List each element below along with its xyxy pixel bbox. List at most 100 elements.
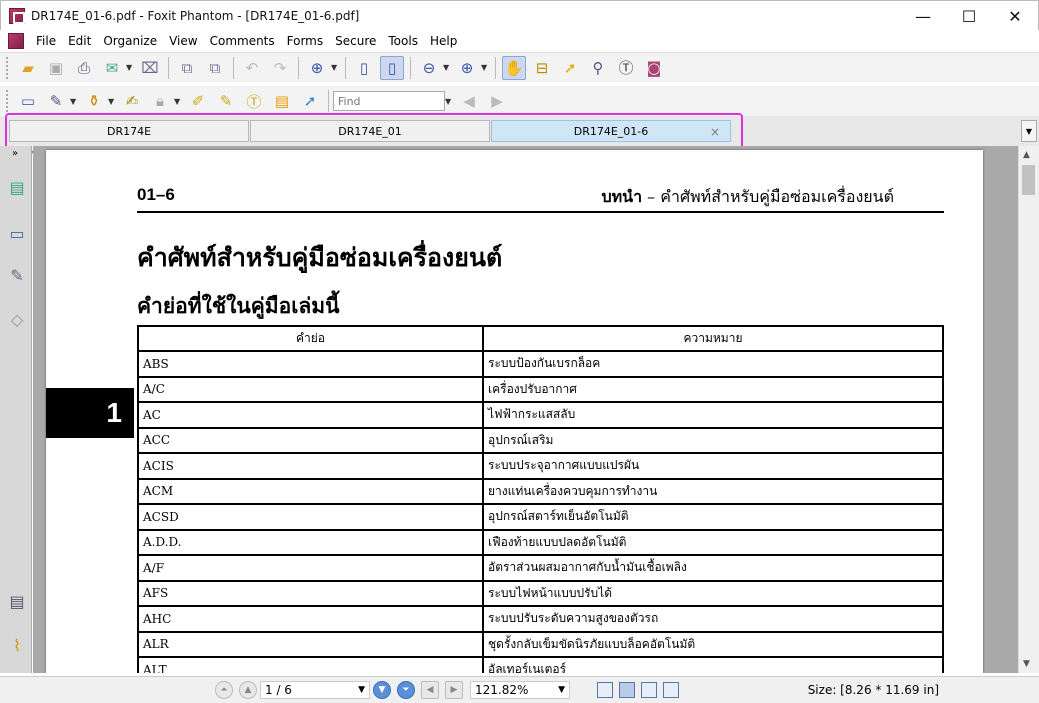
- find-dropdown-icon[interactable]: ▼: [445, 97, 453, 106]
- facing-view-icon[interactable]: [641, 682, 657, 698]
- zoom-out-icon[interactable]: ⊖: [417, 56, 441, 80]
- toolbar-separator: [410, 56, 411, 79]
- find-next-icon[interactable]: ▶: [485, 89, 509, 113]
- menu-forms[interactable]: Forms: [281, 30, 329, 52]
- abbreviation-cell: ACIS: [137, 452, 484, 480]
- toolbar-grip[interactable]: [6, 90, 10, 112]
- print-icon[interactable]: ⎙: [72, 56, 96, 80]
- zoom-tool-dropdown-icon[interactable]: ▼: [331, 63, 339, 72]
- attachment-clip-icon[interactable]: ⌇: [7, 634, 27, 656]
- select-arrow-icon[interactable]: ➚: [558, 56, 582, 80]
- lock-dropdown-icon[interactable]: ▼: [174, 97, 182, 106]
- scan-icon[interactable]: ⌧: [138, 56, 162, 80]
- continuous-view-icon[interactable]: [619, 682, 635, 698]
- document-viewport[interactable]: 01–6 บทนำ – คำศัพท์สำหรับคู่มือซ่อมเครื่…: [33, 146, 1018, 673]
- continuous-facing-view-icon[interactable]: [663, 682, 679, 698]
- tab-close-icon[interactable]: ×: [710, 125, 720, 139]
- maximize-button[interactable]: ☐: [946, 1, 992, 31]
- page-heading: คำศัพท์สำหรับคู่มือซ่อมเครื่องยนต์: [137, 243, 503, 272]
- find-input[interactable]: [333, 91, 445, 111]
- menu-view[interactable]: View: [163, 30, 203, 52]
- menu-secure[interactable]: Secure: [329, 30, 382, 52]
- typewriter-icon[interactable]: Ⓣ: [614, 56, 638, 80]
- tab-dr174e-01-6[interactable]: DR174E_01-6 ×: [491, 120, 731, 142]
- first-page-icon[interactable]: ⏶: [215, 681, 233, 699]
- hand-tool-icon[interactable]: ✋: [502, 55, 526, 80]
- insert-page-icon[interactable]: ⧉: [175, 56, 199, 80]
- meaning-cell: อัลเทอร์เนเตอร์: [482, 656, 944, 673]
- binoculars-icon[interactable]: ⚲: [586, 56, 610, 80]
- fit-width-icon[interactable]: ▯: [380, 55, 404, 80]
- document-menu-icon[interactable]: [8, 33, 24, 49]
- zoom-in-dropdown-icon[interactable]: ▼: [481, 63, 489, 72]
- select-text-icon[interactable]: ⊟: [530, 56, 554, 80]
- vertical-scrollbar[interactable]: ▲ ▼: [1018, 146, 1039, 673]
- panel-grip-icon[interactable]: »: [12, 148, 18, 159]
- tab-dr174e[interactable]: DR174E: [9, 120, 249, 142]
- undo-icon[interactable]: ↶: [240, 56, 264, 80]
- form-edit-icon[interactable]: ✎: [214, 89, 238, 113]
- bookmarks-icon[interactable]: ▤: [7, 176, 27, 198]
- pages-icon[interactable]: ▭: [7, 222, 27, 244]
- tab-list-dropdown-icon[interactable]: ▼: [1021, 120, 1037, 142]
- save-icon[interactable]: ▣: [44, 56, 68, 80]
- page-header: 01–6 บทนำ – คำศัพท์สำหรับคู่มือซ่อมเครื่…: [137, 183, 944, 213]
- previous-page-icon[interactable]: ▲: [239, 681, 257, 699]
- redo-icon[interactable]: ↷: [268, 56, 292, 80]
- meaning-cell: ระบบประจุอากาศแบบแปรผัน: [482, 452, 944, 480]
- tab-label: DR174E_01: [338, 124, 402, 138]
- email-icon[interactable]: ✉: [100, 56, 124, 80]
- zoom-dropdown-icon[interactable]: ▼: [558, 685, 565, 695]
- close-button[interactable]: ✕: [992, 1, 1038, 31]
- lock-icon[interactable]: 🔒︎: [148, 89, 172, 113]
- page-number-field[interactable]: 1 / 6 ▼: [260, 681, 370, 699]
- edit-dropdown-icon[interactable]: ▼: [70, 97, 78, 106]
- document-tab-bar: DR174E DR174E_01 DR174E_01-6 ×: [0, 116, 1039, 146]
- previous-view-icon[interactable]: ◀: [421, 681, 439, 699]
- page-dropdown-icon[interactable]: ▼: [358, 685, 365, 695]
- menu-help[interactable]: Help: [424, 30, 463, 52]
- fit-page-icon[interactable]: ▯: [352, 56, 376, 80]
- text-box-icon[interactable]: Ⓣ: [242, 89, 266, 113]
- toolbar-grip[interactable]: [6, 56, 10, 79]
- zoom-in-icon[interactable]: ⊕: [455, 56, 479, 80]
- stamp-icon[interactable]: ⚱: [82, 89, 106, 113]
- extract-page-icon[interactable]: ⧉: [203, 56, 227, 80]
- open-folder-icon[interactable]: ▰: [16, 56, 40, 80]
- next-view-icon[interactable]: ▶: [445, 681, 463, 699]
- arrow-annotation-icon[interactable]: ➚: [298, 89, 322, 113]
- menu-comments[interactable]: Comments: [204, 30, 281, 52]
- app-logo-icon: [9, 7, 25, 24]
- next-page-icon[interactable]: ▼: [373, 681, 391, 699]
- menu-organize[interactable]: Organize: [97, 30, 163, 52]
- attachments-sign-icon[interactable]: ◇: [7, 308, 27, 330]
- menu-edit[interactable]: Edit: [62, 30, 97, 52]
- title-bar: DR174E_01-6.pdf - Foxit Phantom - [DR174…: [0, 0, 1039, 30]
- scroll-thumb[interactable]: [1022, 165, 1035, 195]
- comment-bubble-icon[interactable]: ▤: [270, 89, 294, 113]
- menu-tools[interactable]: Tools: [382, 30, 424, 52]
- last-page-icon[interactable]: ⏷: [397, 681, 415, 699]
- stamp-dropdown-icon[interactable]: ▼: [108, 97, 116, 106]
- comments-icon[interactable]: ▤: [7, 590, 27, 612]
- scroll-down-icon[interactable]: ▼: [1023, 659, 1030, 669]
- menu-file[interactable]: File: [30, 30, 62, 52]
- document-view-icon[interactable]: ▭: [16, 89, 40, 113]
- meaning-cell: อุปกรณ์สตาร์ทเย็นอัตโนมัติ: [482, 503, 944, 531]
- snapshot-camera-icon[interactable]: ◙: [642, 56, 666, 80]
- tab-dr174e-01[interactable]: DR174E_01: [250, 120, 490, 142]
- zoom-tool-icon[interactable]: ⊕: [305, 56, 329, 80]
- highlight-note-icon[interactable]: ✐: [186, 89, 210, 113]
- zoom-level-field[interactable]: 121.82% ▼: [470, 681, 570, 699]
- scroll-up-icon[interactable]: ▲: [1023, 150, 1030, 160]
- zoom-out-dropdown-icon[interactable]: ▼: [443, 63, 451, 72]
- sign-pen-icon[interactable]: ✍: [120, 89, 144, 113]
- window-title: DR174E_01-6.pdf - Foxit Phantom - [DR174…: [31, 8, 360, 23]
- email-dropdown-icon[interactable]: ▼: [126, 63, 134, 72]
- layers-icon[interactable]: ✎: [7, 264, 27, 286]
- edit-document-icon[interactable]: ✎: [44, 89, 68, 113]
- minimize-button[interactable]: —: [900, 1, 946, 31]
- navigation-panel: » ▤ ▭ ✎ ◇ ▤ ⌇: [0, 146, 32, 673]
- single-page-view-icon[interactable]: [597, 682, 613, 698]
- find-previous-icon[interactable]: ◀: [457, 89, 481, 113]
